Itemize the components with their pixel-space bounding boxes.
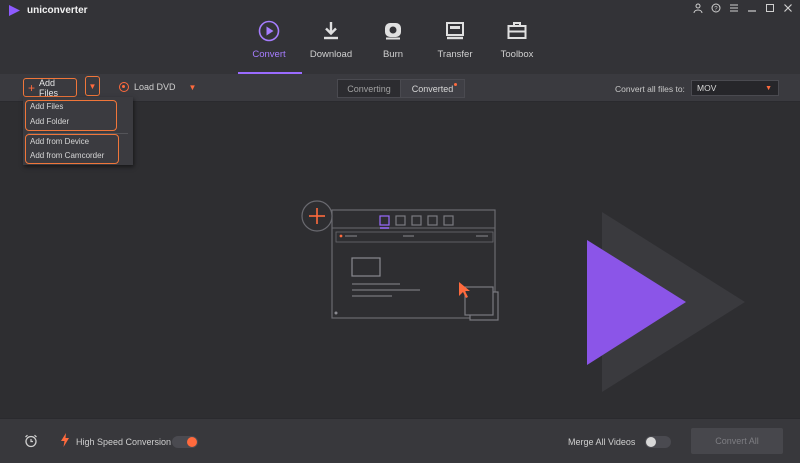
convert-all-button-label: Convert All [715,436,759,446]
minimize-icon[interactable] [746,2,758,14]
convert-all-button[interactable]: Convert All [691,428,783,454]
merge-all-toggle[interactable] [645,436,671,448]
high-speed-label: High Speed Conversion [76,437,172,447]
app-title: uniconverter [27,5,88,16]
add-files-dropdown-button[interactable]: ▼ [85,76,100,96]
menu-item-add-files[interactable]: Add Files [30,102,63,111]
tab-converted[interactable]: Converted [401,79,465,98]
chevron-down-icon: ▼ [88,81,97,91]
alarm-clock-icon[interactable] [24,434,38,448]
conversion-tabs: Converting Converted [337,79,465,98]
toggle-knob [646,437,656,447]
chevron-down-icon[interactable]: ▼ [189,83,197,92]
bottom-bar: High Speed Conversion Merge All Videos C… [0,418,800,463]
convert-icon [258,20,280,42]
main-nav: Convert Download Burn Transfer Toolbox [238,16,548,74]
dvd-icon [119,82,129,92]
toggle-knob [187,437,197,447]
download-icon [324,22,338,40]
tab-converting[interactable]: Converting [337,79,401,98]
tab-transfer[interactable]: Transfer [424,16,486,74]
menu-divider [28,133,128,134]
menu-item-add-folder[interactable]: Add Folder [30,117,69,126]
tab-burn-label: Burn [382,49,404,60]
tab-convert-label: Convert [252,49,286,60]
chevron-down-icon: ▼ [765,84,772,92]
title-bar: uniconverter ? Convert Download Burn Tra… [0,0,800,74]
logo-icon [9,5,20,16]
transfer-icon [446,22,464,40]
tab-toolbox-label: Toolbox [500,49,534,60]
add-files-button[interactable]: + Add Files [23,77,77,98]
tab-converting-label: Converting [347,83,391,94]
toolbox-icon [507,22,527,39]
high-speed-toggle[interactable] [172,436,198,448]
close-icon[interactable] [782,2,794,14]
tab-download-label: Download [309,49,353,60]
convert-all-label: Convert all files to: [615,84,685,94]
menu-item-add-from-camcorder[interactable]: Add from Camcorder [30,151,104,160]
app-logo: uniconverter [8,4,88,17]
tab-convert[interactable]: Convert [238,16,300,74]
window-controls: ? [692,2,794,14]
tab-toolbox[interactable]: Toolbox [486,16,548,74]
output-format-value: MOV [697,83,717,93]
burn-icon [385,23,401,40]
output-format-select[interactable]: MOV ▼ [691,80,779,96]
tab-transfer-label: Transfer [437,49,473,60]
help-icon[interactable]: ? [710,2,722,14]
tab-converted-label: Converted [411,83,454,94]
plus-icon: + [28,80,36,95]
maximize-icon[interactable] [764,2,776,14]
lightning-icon [61,433,69,447]
add-files-menu: Add Files Add Folder Add from Device Add… [23,97,133,165]
notification-dot [454,83,457,86]
person-icon[interactable] [692,2,704,14]
merge-all-label: Merge All Videos [568,437,636,447]
tab-burn[interactable]: Burn [362,16,424,74]
menu-icon[interactable] [728,2,740,14]
add-files-label: Add Files [39,77,59,98]
load-dvd-button[interactable]: Load DVD ▼ [119,82,196,92]
load-dvd-label: Load DVD [134,82,176,92]
menu-item-add-from-device[interactable]: Add from Device [30,137,89,146]
tab-download[interactable]: Download [300,16,362,74]
